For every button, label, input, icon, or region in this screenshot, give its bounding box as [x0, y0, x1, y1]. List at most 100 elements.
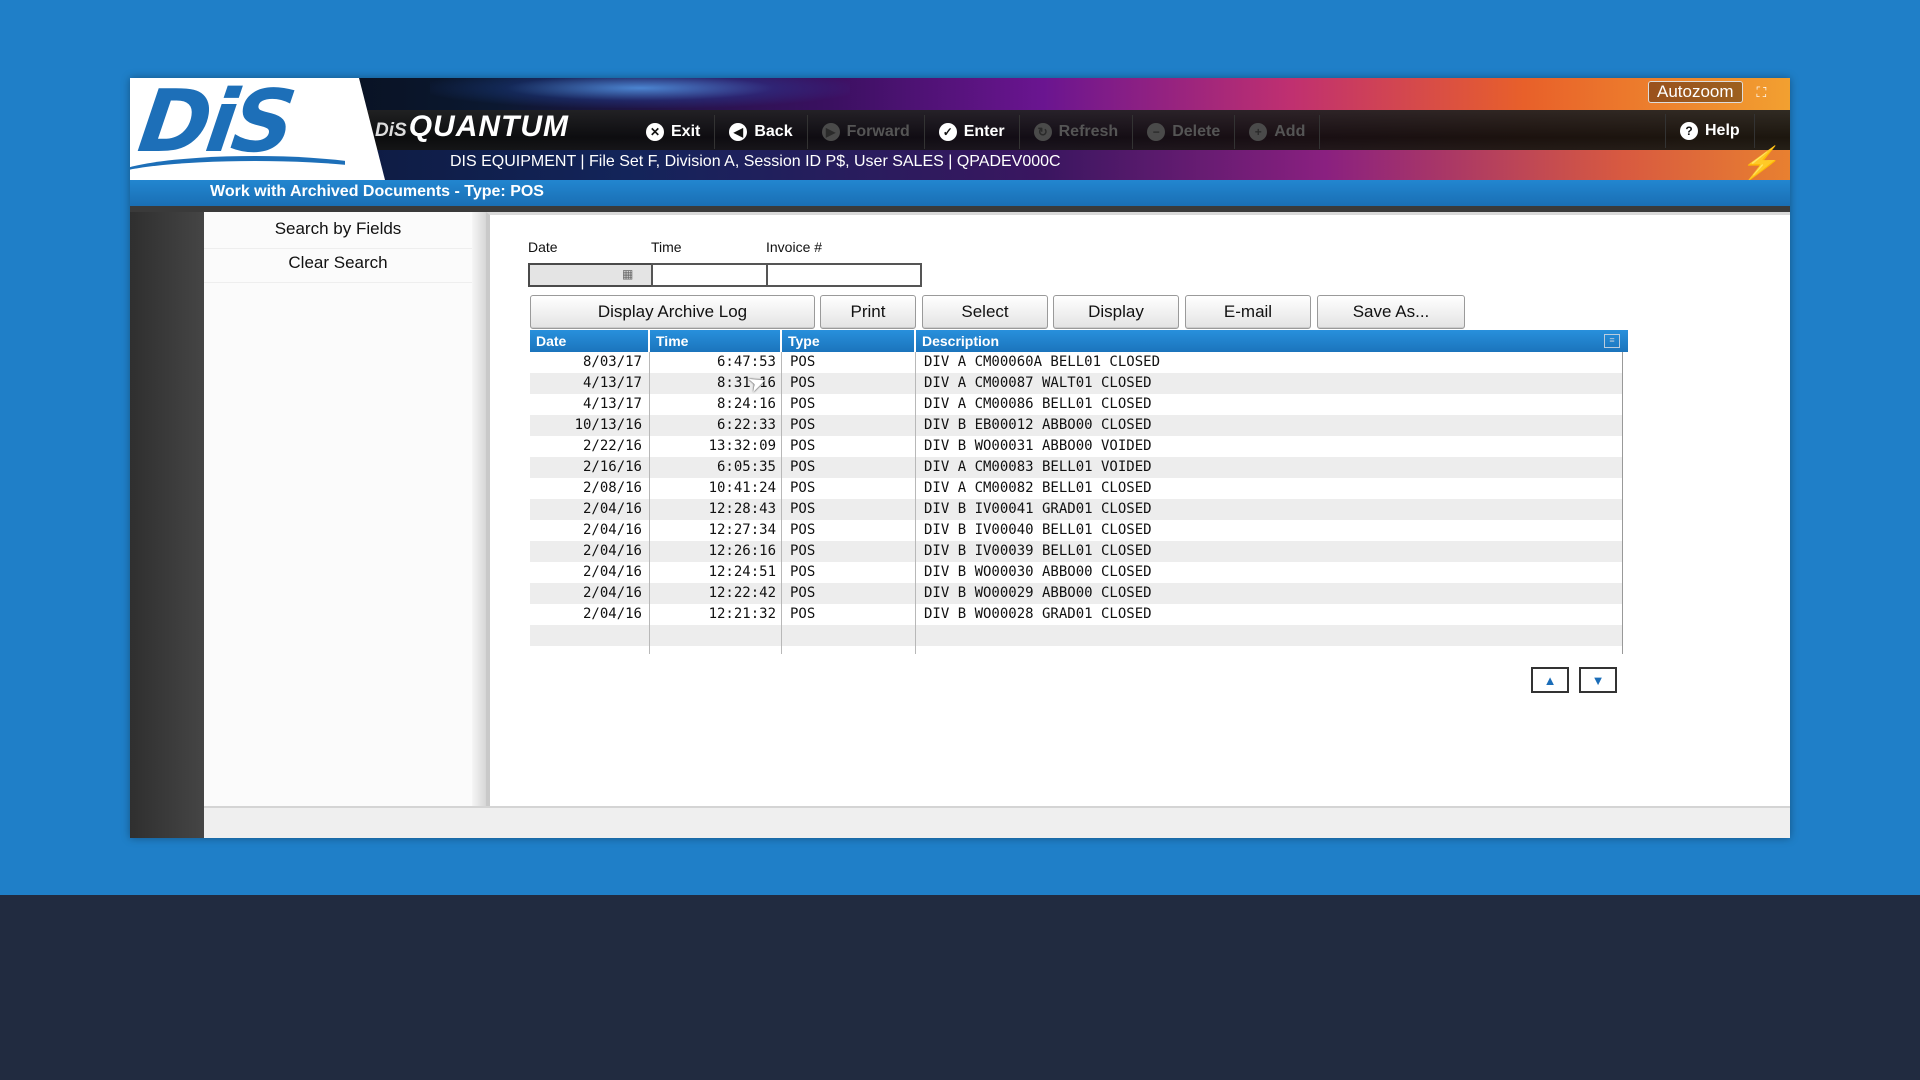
cell-type: POS [790, 522, 816, 538]
x-circle-icon: ✕ [646, 123, 664, 141]
cell-date: 2/16/16 [582, 459, 642, 475]
table-row[interactable]: 2/08/16 10:41:24 POS DIV A CM00082 BELL01 C… [530, 478, 1622, 499]
product-wordmark: DiS QUANTUM [375, 110, 569, 150]
toolbar-refresh-button[interactable]: ↻ Refresh [1020, 115, 1134, 149]
table-row[interactable]: 2/04/16 12:22:42 POS DIV B WO00029 ABBO00 C… [530, 583, 1622, 604]
status-bar [204, 806, 1790, 838]
cell-date: 2/04/16 [582, 585, 642, 601]
toolbar-exit-button[interactable]: ✕ Exit [632, 115, 716, 149]
table-row[interactable]: 2/16/16 6:05:35 POS DIV A CM00083 BELL01 VO… [530, 457, 1622, 478]
column-header-time[interactable]: Time [650, 330, 782, 352]
invoice-field[interactable] [766, 263, 922, 287]
column-header-description[interactable]: Description [916, 330, 1628, 352]
help-label: Help [1705, 122, 1740, 139]
cell-type: POS [790, 564, 816, 580]
cell-date: 2/04/16 [582, 606, 642, 622]
cell-description: DIV A CM00060A BELL01 CLOSED [924, 354, 1161, 370]
toolbar-button-label: Enter [963, 123, 1005, 140]
fullscreen-icon[interactable]: ⛶ [1757, 84, 1767, 101]
toolbar-button-label: Exit [671, 123, 701, 140]
table-row[interactable]: 2/04/16 12:27:34 POS DIV B IV00040 BELL01 C… [530, 520, 1622, 541]
page-up-icon: ▲ [1543, 672, 1557, 688]
wordmark-main: QUANTUM [408, 110, 569, 143]
select-button[interactable]: Select [922, 295, 1048, 329]
table-row[interactable]: 2/04/16 12:28:43 POS DIV B IV00041 GRAD01 C… [530, 499, 1622, 520]
cell-date: 4/13/17 [582, 396, 642, 412]
main-toolbar: ✕ Exit ◀ Back ▶ Forward ✓ Enter ↻ Refresh − Delete +… [632, 114, 1321, 150]
cell-type: POS [790, 354, 816, 370]
toolbar-button-label: Refresh [1058, 123, 1119, 140]
autozoom-group: Autozoom ⛶ [1648, 81, 1767, 103]
table-row[interactable]: 2/04/16 12:21:32 POS DIV B WO00028 GRAD01 C… [530, 604, 1622, 625]
page-up-button[interactable]: ▲ [1531, 667, 1569, 693]
cell-time: 12:24:51 [708, 564, 776, 580]
main-content: Date Time Invoice # ▦ Display Archive Lo… [486, 212, 1790, 806]
invoice-label: Invoice # [766, 239, 823, 255]
table-row[interactable]: 2/04/16 12:26:16 POS DIV B IV00039 BELL01 C… [530, 541, 1622, 562]
email-button[interactable]: E-mail [1185, 295, 1311, 329]
table-row[interactable]: 4/13/17 8:31:16 POS DIV A CM00087 WALT01 CL… [530, 373, 1622, 394]
toolbar-add-button[interactable]: + Add [1235, 115, 1321, 149]
sidebar-shade [472, 212, 486, 806]
app-window: DiS DiS QUANTUM ✕ Exit ◀ Back ▶ Forward ✓ Enter… [130, 78, 1790, 838]
cell-type: POS [790, 417, 816, 433]
autozoom-button[interactable]: Autozoom [1648, 81, 1743, 103]
cell-time: 10:41:24 [708, 480, 776, 496]
column-header-type[interactable]: Type [782, 330, 916, 352]
date-label: Date [528, 239, 558, 255]
display-button[interactable]: Display [1053, 295, 1179, 329]
cell-description: DIV B WO00030 ABBO00 CLOSED [924, 564, 1152, 580]
screen-title-bar: Work with Archived Documents - Type: POS [130, 180, 1790, 206]
sidebar-item-clear-search[interactable]: Clear Search [204, 250, 472, 283]
toolbar-button-label: Back [754, 123, 793, 140]
cell-date: 2/04/16 [582, 564, 642, 580]
cell-type: POS [790, 480, 816, 496]
toolbar-enter-button[interactable]: ✓ Enter [925, 115, 1020, 149]
column-divider [915, 352, 916, 654]
page-down-button[interactable]: ▼ [1579, 667, 1617, 693]
help-button[interactable]: ? Help [1665, 114, 1755, 148]
cell-date: 8/03/17 [582, 354, 642, 370]
cell-time: 8:24:16 [716, 396, 776, 412]
cell-description: DIV B WO00031 ABBO00 VOIDED [924, 438, 1152, 454]
table-row[interactable]: 4/13/17 8:24:16 POS DIV A CM00086 BELL01 CL… [530, 394, 1622, 415]
save-as-button[interactable]: Save As... [1317, 295, 1465, 329]
cell-description: DIV A CM00083 BELL01 VOIDED [924, 459, 1152, 475]
print-button[interactable]: Print [820, 295, 916, 329]
table-row[interactable]: 8/03/17 6:47:53 POS DIV A CM00060A BELL01 C… [530, 352, 1622, 373]
toolbar-button-label: Forward [846, 123, 910, 140]
table-row[interactable]: 10/13/16 6:22:33 POS DIV B EB00012 ABBO00 C… [530, 415, 1622, 436]
session-info: DIS EQUIPMENT | File Set F, Division A, … [450, 153, 1061, 170]
grid-body: 8/03/17 6:47:53 POS DIV A CM00060A BELL01 C… [530, 352, 1628, 654]
cell-description: DIV A CM00082 BELL01 CLOSED [924, 480, 1152, 496]
calendar-icon[interactable]: ▦ [622, 267, 633, 281]
cell-description: DIV B IV00040 BELL01 CLOSED [924, 522, 1152, 538]
cell-date: 10/13/16 [574, 417, 642, 433]
cell-date: 2/04/16 [582, 543, 642, 559]
cell-type: POS [790, 543, 816, 559]
cell-time: 12:27:34 [708, 522, 776, 538]
left-edge-strip [130, 212, 204, 838]
toolbar-delete-button[interactable]: − Delete [1133, 115, 1236, 149]
column-divider [649, 352, 650, 654]
screen-title: Work with Archived Documents - Type: POS [210, 183, 544, 200]
toolbar-back-button[interactable]: ◀ Back [715, 115, 808, 149]
display-archive-log-button[interactable]: Display Archive Log [530, 295, 815, 329]
refresh-circle-icon: ↻ [1033, 123, 1052, 141]
cell-time: 12:22:42 [708, 585, 776, 601]
header-glow [430, 78, 850, 108]
arrow-left-circle-icon: ◀ [729, 123, 748, 141]
cell-time: 12:21:32 [708, 606, 776, 622]
company-logo: DiS [130, 78, 350, 180]
cell-description: DIV B IV00041 GRAD01 CLOSED [924, 501, 1152, 517]
page-down-icon: ▼ [1591, 672, 1605, 688]
cell-time: 6:05:35 [716, 459, 776, 475]
column-header-date[interactable]: Date [530, 330, 650, 352]
toolbar-forward-button[interactable]: ▶ Forward [808, 115, 925, 149]
table-row[interactable]: 2/04/16 12:24:51 POS DIV B WO00030 ABBO00 C… [530, 562, 1622, 583]
cell-type: POS [790, 459, 816, 475]
table-row[interactable]: 2/22/16 13:32:09 POS DIV B WO00031 ABBO00 V… [530, 436, 1622, 457]
grid-options-icon[interactable]: ≡ [1604, 334, 1620, 348]
cell-date: 2/08/16 [582, 480, 642, 496]
sidebar-item-search-by-fields[interactable]: Search by Fields [204, 216, 472, 249]
